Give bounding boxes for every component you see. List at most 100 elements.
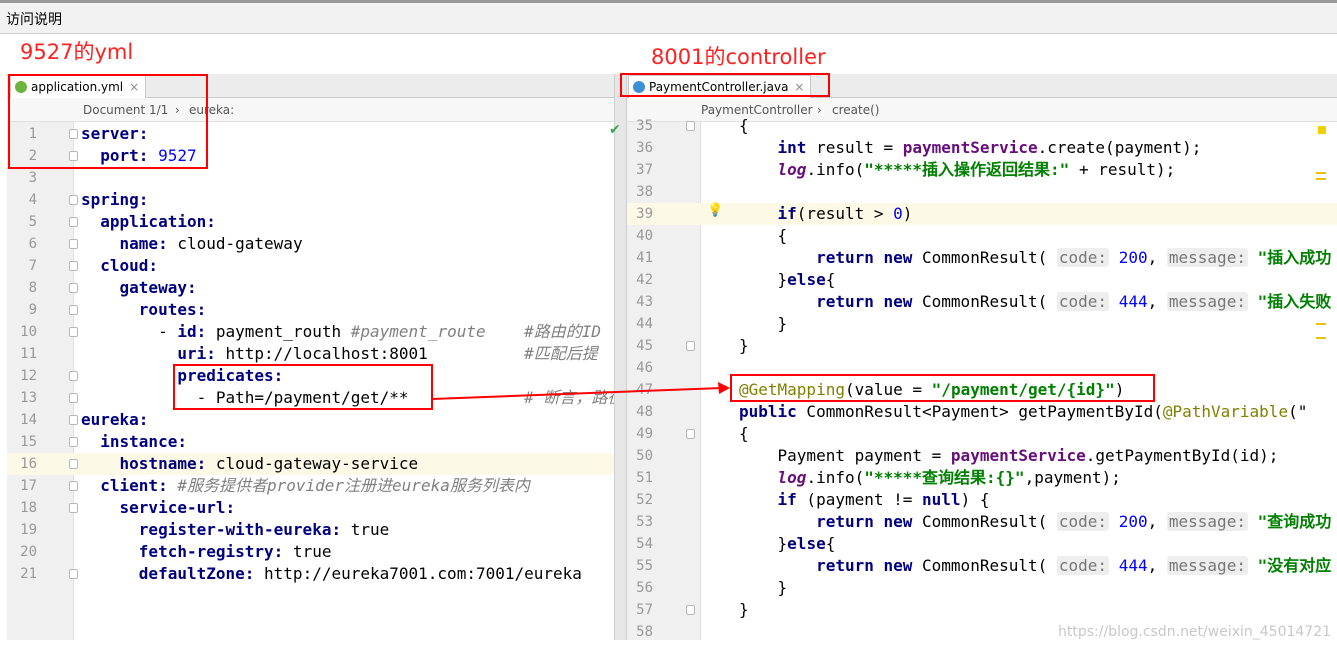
java-field: log <box>777 160 807 179</box>
fold-icon[interactable] <box>69 239 78 249</box>
java-keyword: if <box>777 204 797 223</box>
java-number: 444 <box>1118 292 1148 311</box>
line-number: 36 <box>636 140 653 156</box>
yml-value: payment_routh <box>215 322 342 341</box>
fold-icon[interactable] <box>69 503 78 513</box>
watermark: https://blog.csdn.net/weixin_45014721 <box>1058 624 1332 640</box>
code-text: { <box>825 270 836 289</box>
code-line: 38 <box>627 181 1337 203</box>
code-line: 44 } <box>627 313 1337 335</box>
fold-icon[interactable] <box>686 121 695 131</box>
fold-icon[interactable] <box>686 429 695 439</box>
code-text: } <box>739 336 749 355</box>
line-number: 40 <box>636 228 653 244</box>
code-text: CommonResult( <box>912 512 1057 531</box>
param-hint: code: <box>1056 512 1110 531</box>
fold-icon[interactable] <box>686 605 695 615</box>
yml-key: uri: <box>177 344 216 363</box>
param-hint: code: <box>1056 292 1110 311</box>
window-title-bar: 访问说明 <box>0 0 1337 34</box>
fold-icon[interactable] <box>69 283 78 293</box>
scroll-marker[interactable] <box>1316 178 1326 180</box>
code-text: { <box>739 424 749 443</box>
fold-icon[interactable] <box>69 371 78 381</box>
fold-icon[interactable] <box>69 305 78 315</box>
code-line: 43 return new CommonResult( code: 444, m… <box>627 291 1337 313</box>
code-text: (result > <box>796 204 894 223</box>
line-number: 51 <box>636 470 653 486</box>
code-line: 49 { <box>627 423 1337 445</box>
code-line: 5 application: <box>7 211 624 233</box>
fold-icon[interactable] <box>69 327 78 337</box>
yml-value: cloud-gateway-service <box>215 454 419 473</box>
fold-icon[interactable] <box>69 437 78 447</box>
pane-splitter[interactable] <box>614 74 627 640</box>
lightbulb-icon[interactable]: 💡 <box>707 203 723 218</box>
line-number: 57 <box>636 602 653 618</box>
fold-icon[interactable] <box>69 261 78 271</box>
code-line: 3 <box>7 167 624 189</box>
code-line: 7 cloud: <box>7 255 624 277</box>
param-hint: code: <box>1056 248 1110 267</box>
yml-value: http://localhost:8001 <box>225 344 428 363</box>
line-number: 8 <box>28 280 37 296</box>
line-number: 6 <box>28 236 37 252</box>
code-line: 4 spring: <box>7 189 624 211</box>
yml-key: instance: <box>100 432 187 451</box>
fold-icon[interactable] <box>69 217 78 227</box>
line-number: 16 <box>20 456 37 472</box>
code-line: 10 - id: payment_routh #payment_route #路… <box>7 321 624 343</box>
code-line: 50 Payment payment = paymentService.getP… <box>627 445 1337 467</box>
code-text: .info( <box>806 160 865 179</box>
scroll-marker[interactable] <box>1316 172 1326 174</box>
code-line: 41 return new CommonResult( code: 200, m… <box>627 247 1337 269</box>
java-string: "插入失败 <box>1257 292 1332 311</box>
code-text: } <box>739 600 749 619</box>
param-hint: message: <box>1166 292 1248 311</box>
line-number: 19 <box>20 522 37 538</box>
fold-icon[interactable] <box>69 393 78 403</box>
scroll-marker[interactable] <box>1316 337 1326 339</box>
java-number: 0 <box>893 204 903 223</box>
fold-icon[interactable] <box>686 341 695 351</box>
yml-key: cloud: <box>100 256 159 275</box>
java-keyword: return new <box>816 292 913 311</box>
yml-key: client: <box>100 476 168 495</box>
code-line: 37 log.info("*****插入操作返回结果:" + result); <box>627 159 1337 181</box>
line-number: 48 <box>636 404 653 420</box>
code-line: 48 public CommonResult<Payment> getPaymen… <box>627 401 1337 423</box>
java-keyword: else <box>787 270 826 289</box>
java-string: "没有对应 <box>1257 556 1332 575</box>
code-line: 19 register-with-eureka: true <box>7 519 624 541</box>
yml-value: true <box>350 520 390 539</box>
yml-key: fetch-registry: <box>138 542 284 561</box>
java-string: "插入成功 <box>1257 248 1332 267</box>
fold-icon[interactable] <box>69 195 78 205</box>
yml-key: register-with-eureka: <box>138 520 342 539</box>
java-keyword: public <box>739 402 797 421</box>
fold-icon[interactable] <box>69 415 78 425</box>
java-keyword: int <box>777 138 807 157</box>
line-number: 41 <box>636 250 653 266</box>
fold-icon[interactable] <box>69 569 78 579</box>
code-text: CommonResult( <box>912 292 1057 311</box>
line-number: 7 <box>28 258 37 274</box>
code-line: 9 routes: <box>7 299 624 321</box>
code-line: 36 int result = paymentService.create(pa… <box>627 137 1337 159</box>
java-number: 200 <box>1118 248 1148 267</box>
scroll-marker[interactable] <box>1316 323 1326 325</box>
line-number: 37 <box>636 162 653 178</box>
warning-marker[interactable] <box>1318 126 1326 134</box>
java-field: log <box>777 468 807 487</box>
code-text: , <box>1147 248 1158 267</box>
fold-icon[interactable] <box>69 459 78 469</box>
fold-icon[interactable] <box>69 481 78 491</box>
line-number: 53 <box>636 514 653 530</box>
code-text: CommonResult<Payment> getPaymentById( <box>796 402 1163 421</box>
line-number: 43 <box>636 294 653 310</box>
code-text: (payment != <box>796 490 923 509</box>
code-text: .create(payment); <box>1037 138 1202 157</box>
yml-key: application: <box>100 212 216 231</box>
yml-comment: #payment_route <box>350 322 486 341</box>
line-number: 55 <box>636 558 653 574</box>
